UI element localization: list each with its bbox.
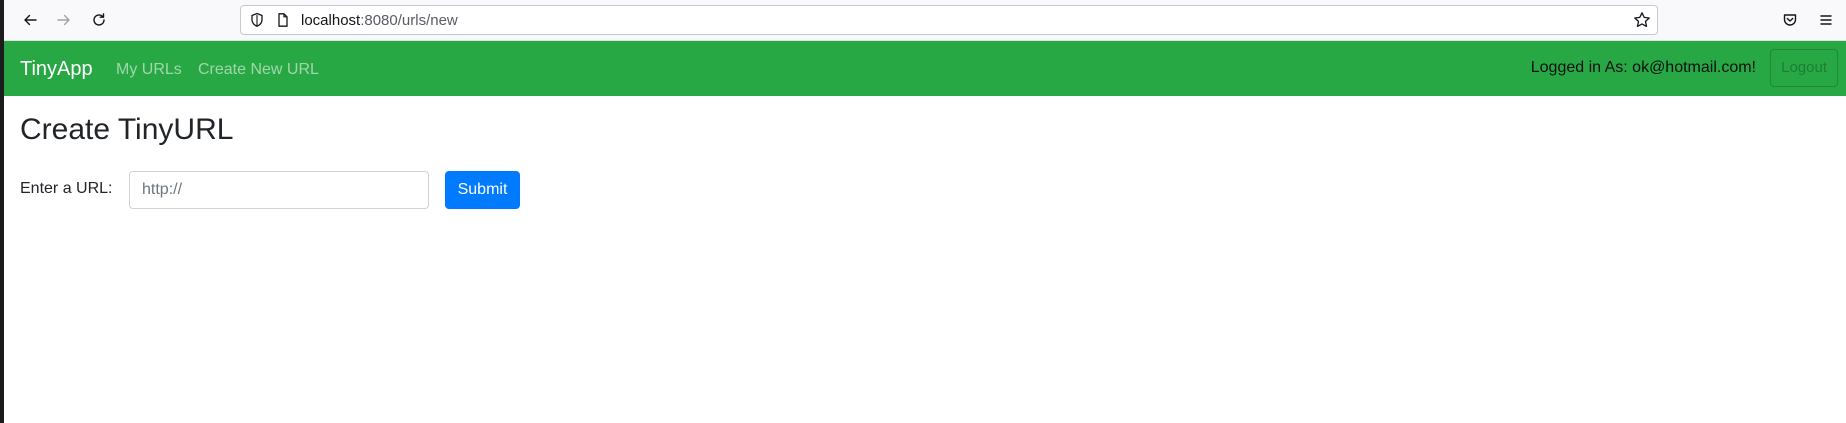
nav-link-create-new-url[interactable]: Create New URL: [198, 60, 319, 80]
submit-button[interactable]: Submit: [445, 171, 520, 209]
url-field-label: Enter a URL:: [20, 180, 113, 197]
menu-button[interactable]: [1812, 6, 1840, 34]
forward-button[interactable]: [50, 6, 78, 34]
url-text[interactable]: localhost:8080/urls/new: [301, 12, 458, 30]
pocket-button[interactable]: [1776, 6, 1804, 34]
pocket-icon: [1783, 14, 1797, 26]
reload-icon: [93, 13, 105, 26]
page-title: Create TinyURL: [20, 113, 234, 146]
back-button[interactable]: [16, 6, 44, 34]
address-bar[interactable]: localhost:8080/urls/new: [240, 5, 1658, 35]
page-icon[interactable]: [275, 12, 291, 33]
logged-in-status: Logged in As: ok@hotmail.com!: [1530, 59, 1756, 76]
url-host: localhost: [301, 12, 361, 29]
reload-button[interactable]: [85, 6, 113, 34]
arrow-left-icon: [24, 14, 37, 26]
logout-button[interactable]: Logout: [1770, 49, 1838, 87]
app-navbar: TinyApp My URLs Create New URL Logged in…: [4, 41, 1846, 96]
url-input[interactable]: [129, 171, 429, 209]
browser-toolbar: localhost:8080/urls/new: [4, 0, 1846, 41]
url-path: :8080/urls/new: [360, 12, 458, 29]
star-icon[interactable]: [1633, 11, 1651, 34]
arrow-right-icon: [57, 14, 70, 26]
hamburger-menu-icon: [1820, 15, 1832, 25]
window-left-edge: [0, 0, 4, 423]
nav-link-my-urls[interactable]: My URLs: [116, 60, 182, 80]
shield-icon[interactable]: [249, 12, 265, 33]
brand-link[interactable]: TinyApp: [20, 57, 93, 81]
